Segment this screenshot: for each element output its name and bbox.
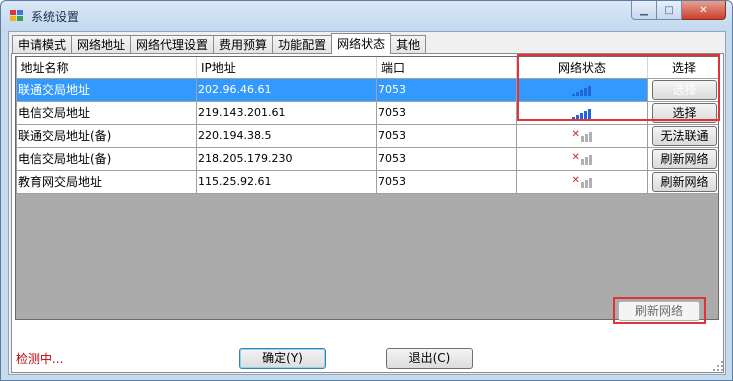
window-title: 系统设置 bbox=[31, 10, 80, 24]
tab-proxy-settings[interactable]: 网络代理设置 bbox=[130, 35, 215, 54]
unreachable-button[interactable]: 无法联通 bbox=[652, 125, 717, 146]
refresh-network-button[interactable]: 刷新网络 bbox=[652, 148, 717, 169]
port-cell[interactable]: 7053 bbox=[376, 147, 517, 171]
select-cell: 刷新网络 bbox=[647, 170, 718, 194]
maximize-button[interactable]: □ bbox=[657, 1, 682, 20]
status-cell: ✕ bbox=[516, 124, 648, 148]
select-cell: 无法联通 bbox=[647, 124, 718, 148]
maximize-icon: □ bbox=[664, 4, 674, 16]
address-name-cell[interactable]: 电信交局地址(备) bbox=[16, 147, 197, 171]
tab-budget[interactable]: 费用预算 bbox=[213, 35, 274, 54]
column-header-port[interactable]: 端口 bbox=[376, 57, 517, 79]
address-name-cell[interactable]: 电信交局地址 bbox=[16, 101, 197, 125]
disconnected-signal-icon: ✕ bbox=[572, 175, 594, 188]
select-cell: 刷新网络 bbox=[647, 147, 718, 171]
table-row[interactable]: 电信交局地址(备) 218.205.179.230 7053 ✕ 刷新网络 bbox=[16, 147, 718, 171]
disconnected-signal-icon: ✕ bbox=[572, 152, 594, 165]
port-cell[interactable]: 7053 bbox=[376, 101, 517, 125]
tab-strip: 申请模式 网络地址 网络代理设置 费用预算 功能配置 网络状态 其他 bbox=[12, 33, 427, 54]
ip-cell[interactable]: 218.205.179.230 bbox=[196, 147, 377, 171]
ip-cell[interactable]: 115.25.92.61 bbox=[196, 170, 377, 194]
port-cell[interactable]: 7053 bbox=[376, 124, 517, 148]
caption-buttons: ▁ □ ✕ bbox=[631, 1, 726, 21]
ip-cell[interactable]: 202.96.46.61 bbox=[196, 78, 377, 102]
port-cell[interactable]: 7053 bbox=[376, 78, 517, 102]
ok-button[interactable]: 确定(Y) bbox=[239, 348, 326, 369]
address-name-cell[interactable]: 联通交局地址 bbox=[16, 78, 197, 102]
table-row[interactable]: 教育网交局地址 115.25.92.61 7053 ✕ 刷新网络 bbox=[16, 170, 718, 194]
highlight-box-refresh bbox=[613, 297, 706, 324]
port-cell[interactable]: 7053 bbox=[376, 170, 517, 194]
minimize-icon: ▁ bbox=[640, 4, 648, 16]
tab-network-status[interactable]: 网络状态 bbox=[331, 33, 392, 54]
status-cell: ✕ bbox=[516, 170, 648, 194]
detection-status: 检测中... bbox=[16, 352, 64, 366]
close-icon: ✕ bbox=[699, 4, 708, 16]
table-row[interactable]: 联通交局地址(备) 220.194.38.5 7053 ✕ 无法联通 bbox=[16, 124, 718, 148]
tab-other[interactable]: 其他 bbox=[390, 35, 427, 54]
settings-window: 系统设置 ▁ □ ✕ 申请模式 网络地址 网络代理设置 费用预算 功能配置 网络… bbox=[0, 0, 733, 381]
address-name-cell[interactable]: 联通交局地址(备) bbox=[16, 124, 197, 148]
highlight-box-status bbox=[517, 54, 720, 121]
tab-network-address[interactable]: 网络地址 bbox=[71, 35, 132, 54]
refresh-network-button[interactable]: 刷新网络 bbox=[652, 171, 717, 192]
app-icon bbox=[10, 10, 24, 22]
status-cell: ✕ bbox=[516, 147, 648, 171]
resize-grip-icon[interactable] bbox=[713, 361, 723, 371]
minimize-button[interactable]: ▁ bbox=[631, 1, 657, 20]
address-name-cell[interactable]: 教育网交局地址 bbox=[16, 170, 197, 194]
exit-button[interactable]: 退出(C) bbox=[386, 348, 473, 369]
tab-function-config[interactable]: 功能配置 bbox=[272, 35, 333, 54]
column-header-ip[interactable]: IP地址 bbox=[196, 57, 377, 79]
ip-cell[interactable]: 220.194.38.5 bbox=[196, 124, 377, 148]
disconnected-signal-icon: ✕ bbox=[572, 129, 594, 142]
column-header-name[interactable]: 地址名称 bbox=[16, 57, 197, 79]
ip-cell[interactable]: 219.143.201.61 bbox=[196, 101, 377, 125]
tab-apply-mode[interactable]: 申请模式 bbox=[12, 35, 73, 54]
close-button[interactable]: ✕ bbox=[682, 1, 726, 20]
title-bar[interactable]: 系统设置 ▁ □ ✕ bbox=[1, 1, 732, 31]
